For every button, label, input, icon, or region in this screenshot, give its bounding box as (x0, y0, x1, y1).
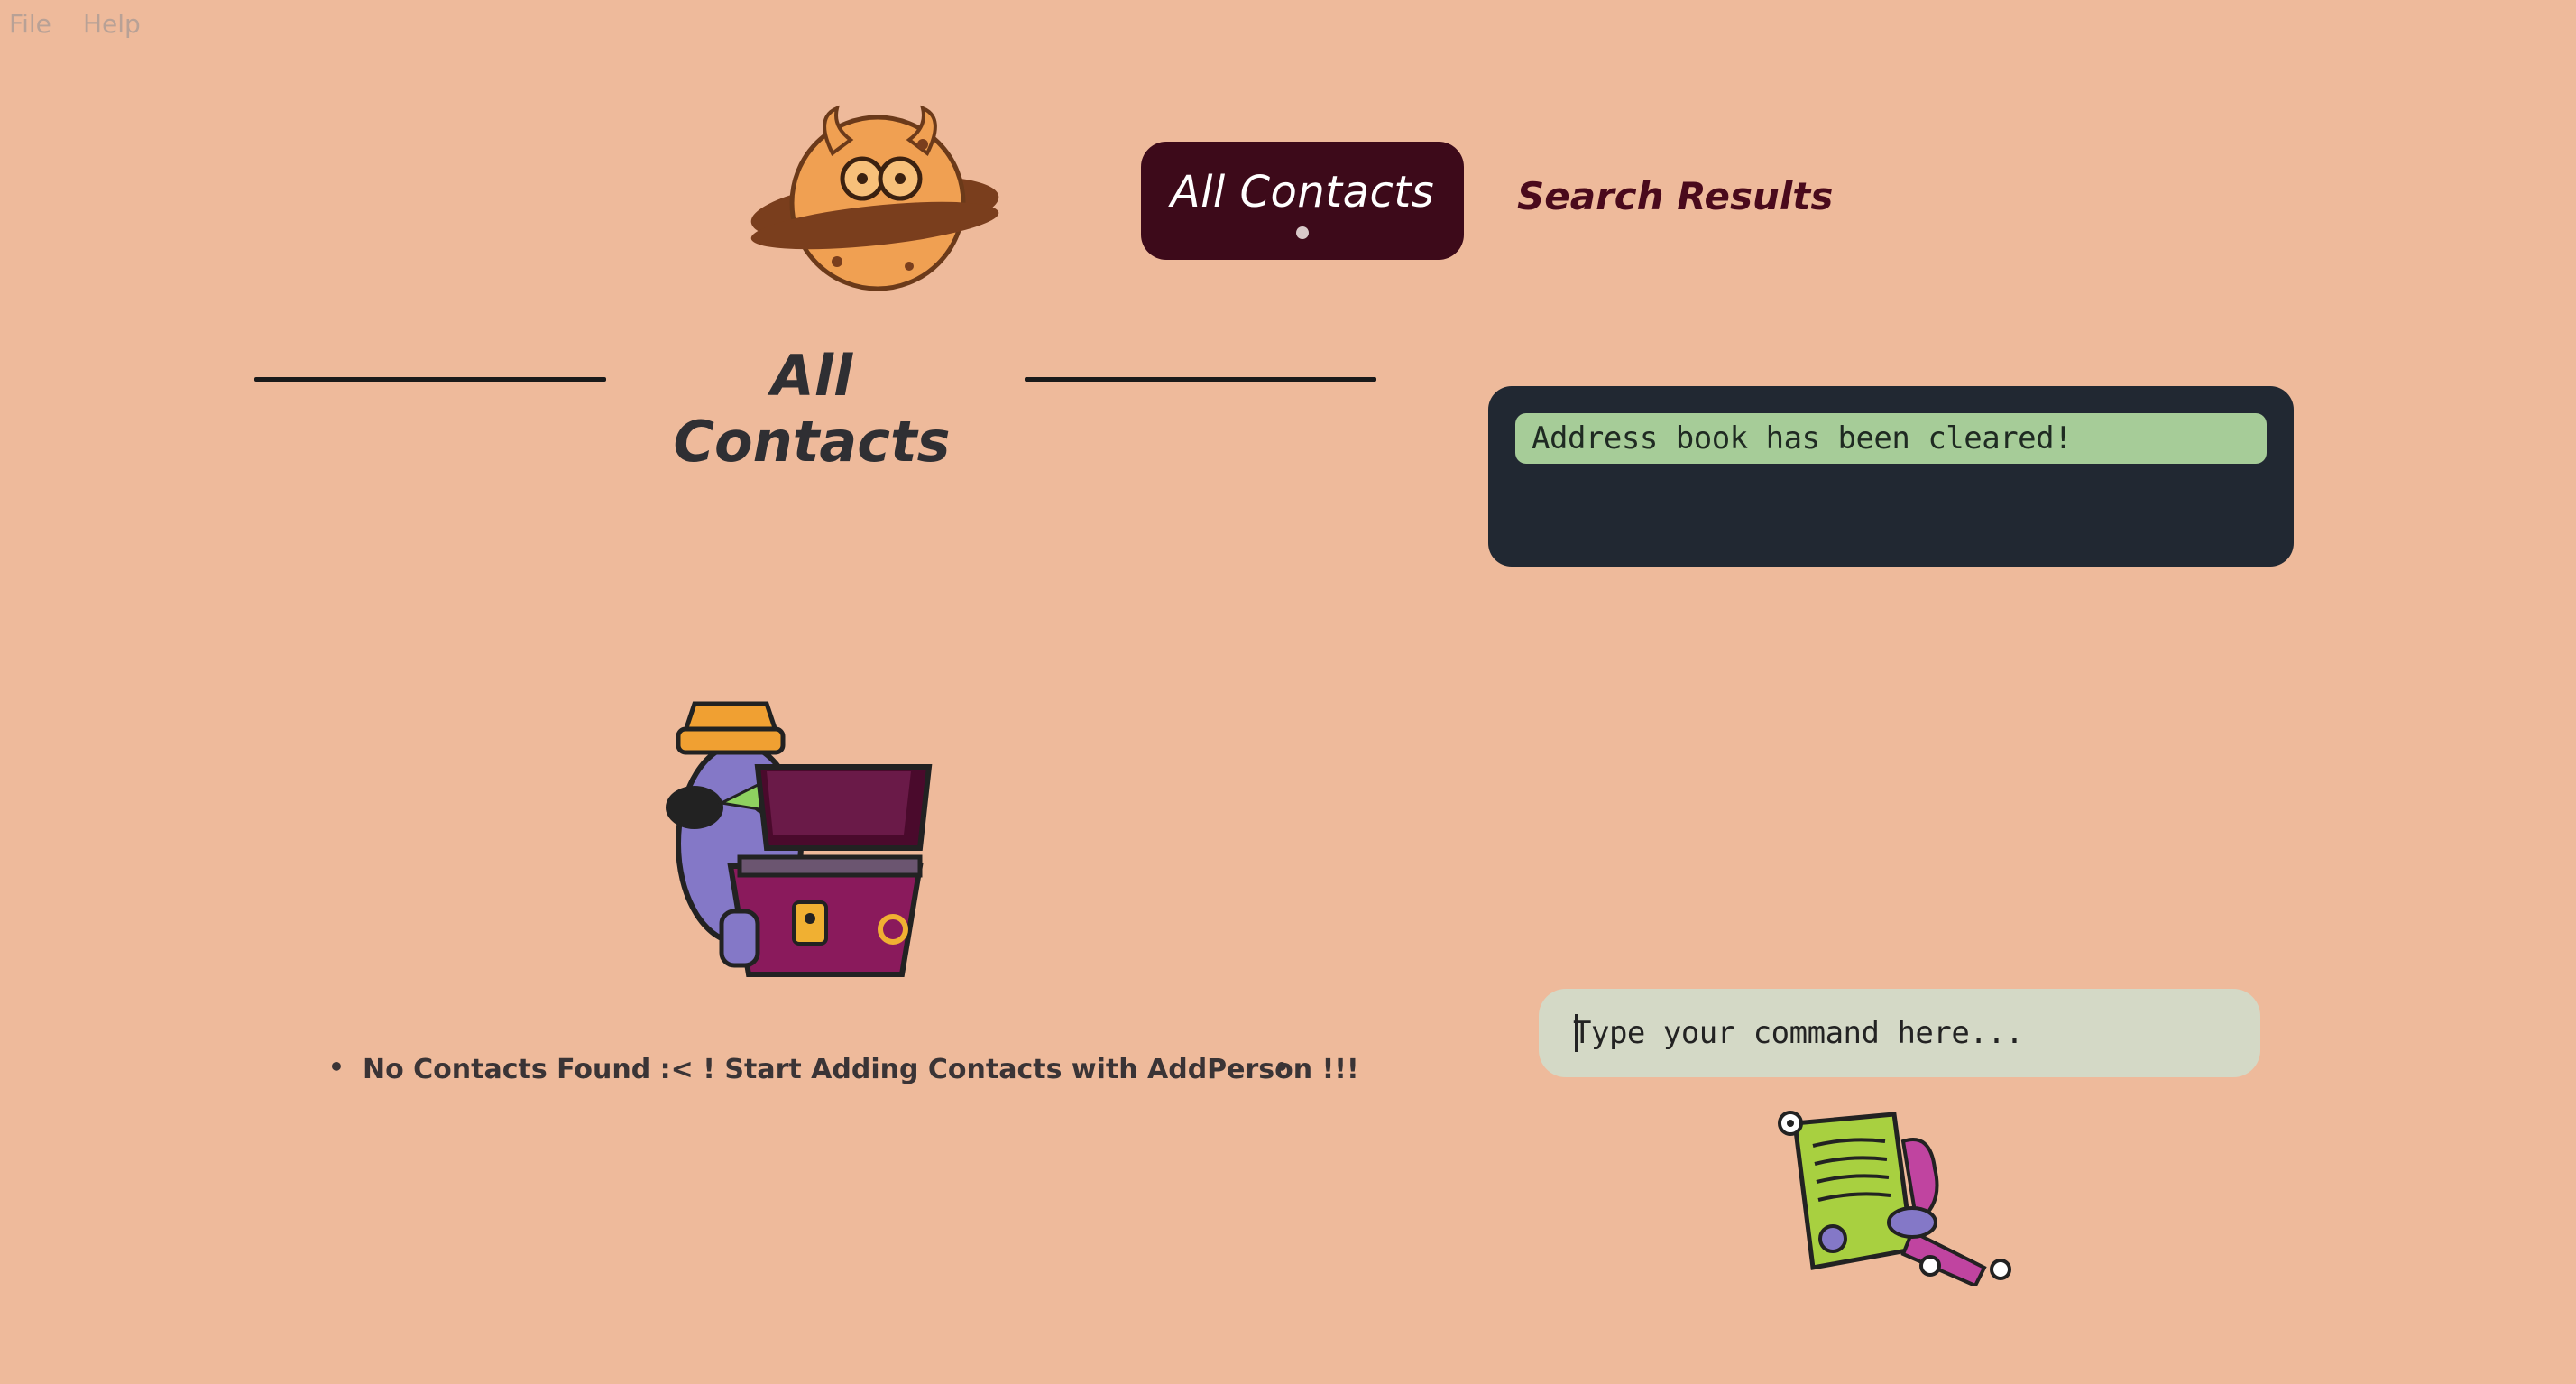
text-caret (1575, 1014, 1578, 1052)
pirate-treasure-chest-icon (666, 701, 933, 977)
tab-search-results[interactable]: Search Results (1517, 174, 1833, 228)
command-box[interactable] (1539, 989, 2260, 1077)
tab-label: All Contacts (1170, 167, 1435, 217)
bullet-dot: • (328, 1052, 345, 1082)
planet-cookie-monster-icon (750, 105, 999, 291)
tab-all-contacts[interactable]: All Contacts (1141, 142, 1464, 260)
result-display-panel: Address book has been cleared! (1488, 386, 2294, 567)
empty-message-text: No Contacts Found :< ! Start Adding Cont… (363, 1054, 1359, 1085)
bullet-dot: • (1274, 1052, 1290, 1082)
empty-contacts-message: • No Contacts Found :< ! Start Adding Co… (325, 1052, 1359, 1090)
section-title: All Contacts (673, 343, 951, 475)
command-input[interactable] (1573, 1009, 2222, 1057)
title-divider-right (1025, 377, 1376, 382)
result-message: Address book has been cleared! (1515, 413, 2267, 464)
document-writing-icon (1778, 1111, 2011, 1286)
title-divider-left (254, 377, 606, 382)
menu-help[interactable]: Help (83, 9, 141, 39)
menu-file[interactable]: File (9, 9, 51, 39)
active-indicator-dot (1296, 226, 1309, 239)
